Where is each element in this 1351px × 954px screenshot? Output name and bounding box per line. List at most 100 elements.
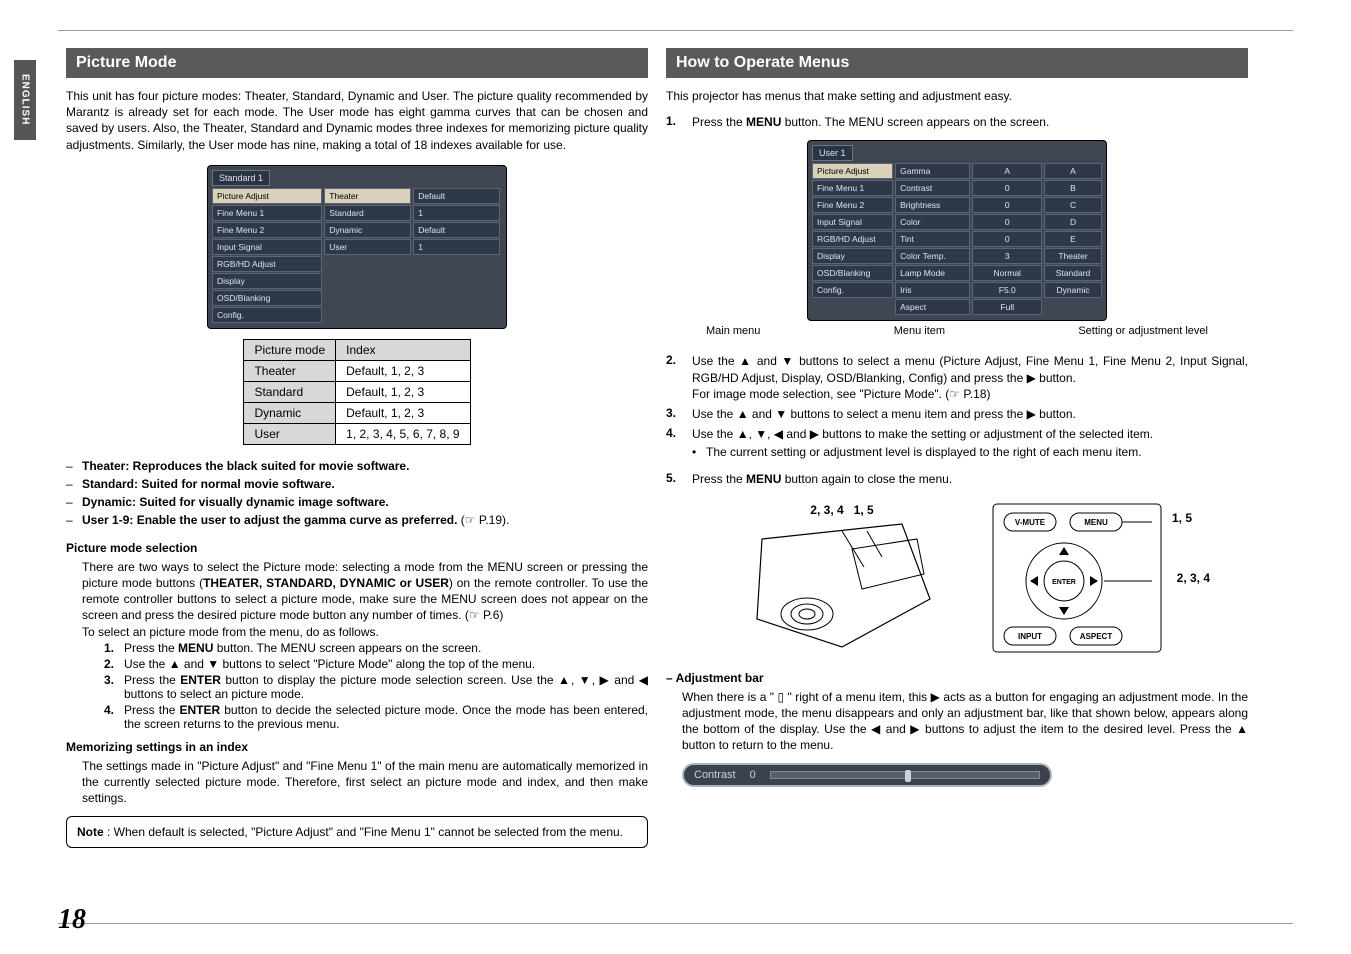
osd-left-item: Display xyxy=(812,248,893,264)
adjustment-bar: Contrast 0 xyxy=(682,763,1052,787)
osd-left-item: Config. xyxy=(812,282,893,298)
diagram-label: 2, 3, 4 xyxy=(1177,571,1210,585)
osd-val: Normal xyxy=(972,265,1042,281)
osd-mid-item: Tint xyxy=(895,231,970,247)
osd-right-item: Dynamic xyxy=(1044,282,1102,298)
osd-mode-item: Standard xyxy=(324,205,411,221)
picture-mode-table: Picture modeIndex TheaterDefault, 1, 2, … xyxy=(243,339,470,445)
osd-mode-val: 1 xyxy=(413,239,500,255)
osd-right-item: E xyxy=(1044,231,1102,247)
osd-side-item: OSD/Blanking xyxy=(212,290,322,306)
diagram-label: 1, 5 xyxy=(854,503,874,517)
mode-desc: Theater: Reproduces the black suited for… xyxy=(82,459,409,473)
osd-left-item: Input Signal xyxy=(812,214,893,230)
osd-mode-item: Dynamic xyxy=(324,222,411,238)
osd-left-item: Picture Adjust xyxy=(812,163,893,179)
osd-mode-val: 1 xyxy=(413,205,500,221)
mode-desc: Standard: Suited for normal movie softwa… xyxy=(82,477,335,491)
pm-header: Picture mode xyxy=(244,339,336,360)
section-title-right: How to Operate Menus xyxy=(666,48,1248,78)
osd-side-item: Display xyxy=(212,273,322,289)
osd-right-item: Theater xyxy=(1044,248,1102,264)
osd-val: 3 xyxy=(972,248,1042,264)
osd-right-item: A xyxy=(1044,163,1102,179)
osd-mid-item: Color xyxy=(895,214,970,230)
osd-right-item: Standard xyxy=(1044,265,1102,281)
svg-text:V-MUTE: V-MUTE xyxy=(1015,518,1046,527)
osd-mid-item: Iris xyxy=(895,282,970,298)
osd-val: 0 xyxy=(972,180,1042,196)
osd-mid-item: Gamma xyxy=(895,163,970,179)
osd-mid-item: Brightness xyxy=(895,197,970,213)
osd-caption: Main menu Menu item Setting or adjustmen… xyxy=(706,325,1208,337)
osd-side-item: RGB/HD Adjust xyxy=(212,256,322,272)
osd-title: Standard 1 xyxy=(212,170,270,186)
svg-text:INPUT: INPUT xyxy=(1018,632,1042,641)
svg-text:ENTER: ENTER xyxy=(1052,579,1076,586)
osd-left-item: Fine Menu 1 xyxy=(812,180,893,196)
osd-right-item: D xyxy=(1044,214,1102,230)
osd-left-item: Fine Menu 2 xyxy=(812,197,893,213)
svg-text:ASPECT: ASPECT xyxy=(1080,632,1113,641)
diagram-label: 1, 5 xyxy=(1172,511,1192,525)
adj-bar-track xyxy=(770,771,1040,779)
osd-val: 0 xyxy=(972,231,1042,247)
pm-cell: User xyxy=(244,423,336,444)
note-box: Note : When default is selected, "Pictur… xyxy=(66,816,648,848)
language-tab: ENGLISH xyxy=(14,60,36,140)
adjustment-bar-heading: – Adjustment bar xyxy=(666,671,1248,685)
adj-bar-label: Contrast xyxy=(694,769,736,781)
osd-mode-item: User xyxy=(324,239,411,255)
selection-steps: 1.Press the MENU button. The MENU screen… xyxy=(66,640,648,732)
step4-note: The current setting or adjustment level … xyxy=(666,444,1248,460)
mode-desc: User 1-9: Enable the user to adjust the … xyxy=(82,513,457,527)
left-column: Picture Mode This unit has four picture … xyxy=(66,48,648,848)
osd-mode-item: Theater xyxy=(324,188,411,204)
subheading-memorize: Memorizing settings in an index xyxy=(66,740,648,754)
pm-cell: Default, 1, 2, 3 xyxy=(336,381,470,402)
mode-desc: Dynamic: Suited for visually dynamic ima… xyxy=(82,495,389,509)
osd-mode-val: Default xyxy=(413,222,500,238)
osd-val: 0 xyxy=(972,214,1042,230)
osd-mid-item: Color Temp. xyxy=(895,248,970,264)
osd-mid-item: Lamp Mode xyxy=(895,265,970,281)
right-intro: This projector has menus that make setti… xyxy=(666,88,1248,104)
adjustment-bar-text: When there is a " ▯ " right of a menu it… xyxy=(682,689,1248,754)
osd-mid-item: Aspect xyxy=(895,299,970,315)
remote-diagram-icon: V-MUTE MENU ENTER INPUT ASPECT xyxy=(992,503,1162,653)
osd-right-item: B xyxy=(1044,180,1102,196)
osd-val: A xyxy=(972,163,1042,179)
pm-cell: Theater xyxy=(244,360,336,381)
osd-left-item: RGB/HD Adjust xyxy=(812,231,893,247)
diagram-row: 2, 3, 4 1, 5 V-MUTE MENU xyxy=(666,503,1248,653)
pm-cell: 1, 2, 3, 4, 5, 6, 7, 8, 9 xyxy=(336,423,470,444)
osd-side-item: Picture Adjust xyxy=(212,188,322,204)
selection-para2: To select an picture mode from the menu,… xyxy=(66,624,648,640)
osd-screenshot-right: User 1 Picture Adjust Fine Menu 1 Fine M… xyxy=(807,140,1107,321)
diagram-label: 2, 3, 4 xyxy=(810,503,843,517)
osd-side-item: Fine Menu 2 xyxy=(212,222,322,238)
pm-header: Index xyxy=(336,339,470,360)
subheading-selection: Picture mode selection xyxy=(66,541,648,555)
mode-desc-ref: (☞ P.19). xyxy=(457,513,509,527)
mode-descriptions: Theater: Reproduces the black suited for… xyxy=(66,457,648,529)
projector-diagram-icon xyxy=(752,519,932,649)
pm-cell: Default, 1, 2, 3 xyxy=(336,402,470,423)
osd-mid-item: Contrast xyxy=(895,180,970,196)
adj-bar-value: 0 xyxy=(750,769,756,781)
selection-para: There are two ways to select the Picture… xyxy=(66,559,648,624)
osd-screenshot-left: Standard 1 Picture Adjust Fine Menu 1 Fi… xyxy=(207,165,507,329)
pm-cell: Dynamic xyxy=(244,402,336,423)
page-number: 18 xyxy=(58,904,86,936)
osd-right-item: C xyxy=(1044,197,1102,213)
osd-side-item: Config. xyxy=(212,307,322,323)
osd-side-item: Fine Menu 1 xyxy=(212,205,322,221)
osd-left-item: OSD/Blanking xyxy=(812,265,893,281)
section-title-left: Picture Mode xyxy=(66,48,648,78)
right-column: How to Operate Menus This projector has … xyxy=(666,48,1248,787)
osd-val: F5.0 xyxy=(972,282,1042,298)
pm-cell: Default, 1, 2, 3 xyxy=(336,360,470,381)
intro-text: This unit has four picture modes: Theate… xyxy=(66,88,648,153)
osd-title: User 1 xyxy=(812,145,853,161)
osd-side-item: Input Signal xyxy=(212,239,322,255)
